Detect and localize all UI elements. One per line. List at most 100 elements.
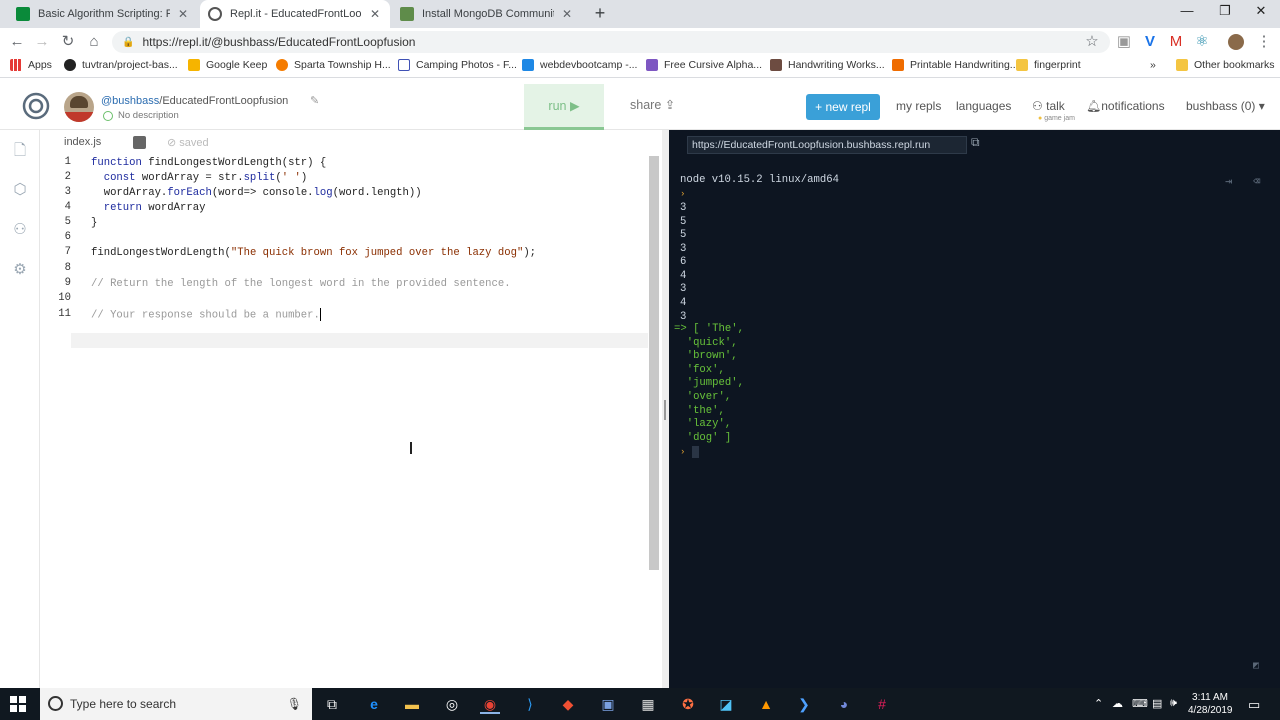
file-tab-index-js[interactable]: index.js [64, 136, 101, 148]
share-button[interactable]: share ⇪ [630, 97, 675, 112]
nodejs-icon [103, 110, 113, 121]
multiplayer-icon[interactable]: ⚇ [10, 220, 30, 240]
file-explorer-icon[interactable]: ▬ [402, 694, 422, 714]
line-number: 3 [64, 186, 71, 198]
bluetooth-icon[interactable]: ⌨ [1132, 697, 1148, 710]
new-tab-button[interactable]: + [590, 4, 610, 24]
gmail-icon[interactable]: M [1166, 32, 1186, 52]
console-input[interactable] [692, 446, 699, 458]
bookmark-item[interactable]: Handwriting Works... [770, 59, 885, 71]
profile-avatar[interactable] [1226, 32, 1246, 52]
minimize-window-button[interactable]: — [1172, 3, 1202, 23]
notifications-center-icon[interactable]: ▭ [1248, 697, 1260, 713]
settings-gear-icon[interactable]: ⚙ [10, 260, 30, 280]
home-icon[interactable]: ⌂ [84, 32, 104, 52]
tab-title: Repl.it - EducatedFrontLoopfusio [230, 8, 362, 20]
calculator-icon[interactable]: ▦ [638, 694, 658, 714]
notifications-link[interactable]: 🔔︎notifications [1086, 99, 1165, 113]
bookmark-item[interactable]: Google Keep [188, 59, 267, 71]
repl-run-url[interactable]: https://EducatedFrontLoopfusion.bushbass… [687, 136, 967, 154]
browser-tab[interactable]: Basic Algorithm Scripting: Find th ✕ [8, 0, 198, 28]
text-cursor [319, 308, 321, 321]
microphone-icon[interactable]: 🎙︎ [287, 697, 302, 711]
task-view-icon[interactable]: ⧉ [322, 694, 342, 714]
resize-corner-icon[interactable]: ◩ [1253, 660, 1259, 672]
bookmark-item[interactable]: webdevbootcamp -... [522, 59, 637, 71]
bookmark-item[interactable]: Printable Handwriting... [892, 59, 1019, 71]
maximize-window-button[interactable]: ❐ [1210, 3, 1240, 23]
vue-devtools-icon[interactable]: V [1140, 32, 1160, 52]
app-icon[interactable]: ✪ [678, 694, 698, 714]
pane-resize-handle[interactable] [662, 130, 669, 688]
file-menu-icon[interactable] [133, 136, 146, 149]
bookmark-star-icon[interactable]: ☆ [1082, 32, 1102, 52]
bookmark-apps[interactable]: Apps [10, 59, 52, 71]
run-button[interactable]: run ▶ [524, 84, 604, 130]
code-area[interactable]: 1 2 3 4 5 6 7 8 9 10 11 function findLon… [40, 156, 648, 688]
handwriting-worksheets-icon [770, 59, 782, 71]
languages-link[interactable]: languages [956, 99, 1011, 113]
forward-icon[interactable]: → [32, 32, 52, 52]
close-tab-icon[interactable]: ✕ [176, 7, 190, 21]
show-hidden-icons-icon[interactable]: ⌃ [1094, 697, 1103, 710]
repl-title[interactable]: @bushbass/EducatedFrontLoopfusion [101, 95, 288, 107]
windows-start-icon[interactable] [10, 696, 26, 712]
app-icon[interactable]: ▣ [598, 694, 618, 714]
apps-grid-icon [10, 59, 22, 71]
network-icon[interactable]: ▤ [1152, 697, 1162, 710]
taskbar-clock[interactable]: 3:11 AM 4/28/2019 [1188, 691, 1233, 717]
files-icon[interactable]: 🗋 [10, 140, 30, 160]
back-icon[interactable]: ← [7, 32, 27, 52]
extension-icon[interactable]: ▣ [1114, 32, 1134, 52]
browser-tab-active[interactable]: Repl.it - EducatedFrontLoopfusio ✕ [200, 0, 390, 28]
my-repls-link[interactable]: my repls [896, 99, 941, 113]
chrome-icon[interactable]: ◉ [480, 694, 500, 714]
browser-tab[interactable]: Install MongoDB Community Edi ✕ [392, 0, 582, 28]
vlc-icon[interactable]: ▲ [756, 694, 776, 714]
user-menu[interactable]: bushbass (0) ▾ [1186, 99, 1265, 113]
vscode-icon[interactable]: ⟩ [520, 694, 540, 714]
close-tab-icon[interactable]: ✕ [560, 7, 574, 21]
editor-scrollbar[interactable] [649, 156, 659, 570]
console-pane[interactable]: https://EducatedFrontLoopfusion.bushbass… [669, 130, 1280, 688]
git-icon[interactable]: ◆ [558, 694, 578, 714]
taskbar-search[interactable]: Type here to search 🎙︎ [40, 688, 312, 720]
replit-logo-icon[interactable] [22, 92, 50, 120]
react-devtools-icon[interactable]: ⚛ [1192, 32, 1212, 52]
bookmark-item[interactable]: tuvtran/project-bas... [64, 59, 178, 71]
talk-link[interactable]: ⚇ talk [1032, 99, 1065, 113]
console-output-line: 3 [680, 311, 687, 323]
edge-icon[interactable]: e [364, 694, 384, 714]
close-window-button[interactable]: ✕ [1246, 3, 1276, 23]
app-icon[interactable]: ◪ [716, 694, 736, 714]
clear-console-icon[interactable]: ⌫ [1253, 174, 1260, 189]
people-icon: ⚇ [1032, 99, 1043, 113]
game-jam-badge: ● game jam [1038, 115, 1075, 122]
repl-description[interactable]: No description [103, 110, 179, 121]
chrome-menu-icon[interactable]: ⋮ [1254, 32, 1274, 52]
new-repl-button[interactable]: + new repl [806, 94, 880, 120]
close-tab-icon[interactable]: ✕ [368, 7, 382, 21]
freecodecamp-icon [16, 7, 30, 21]
bookmark-folder[interactable]: fingerprint [1016, 59, 1081, 71]
other-bookmarks[interactable]: Other bookmarks [1176, 59, 1275, 71]
powershell-icon[interactable]: ❯ [794, 694, 814, 714]
edit-pencil-icon[interactable]: ✎ [310, 94, 319, 107]
repl-avatar[interactable] [64, 92, 94, 122]
packages-icon[interactable]: ⬡ [10, 180, 30, 200]
bookmarks-overflow-icon[interactable]: » [1150, 59, 1156, 71]
bookmark-item[interactable]: Sparta Township H... [276, 59, 391, 71]
reload-icon[interactable]: ↻ [58, 32, 78, 52]
console-split-icon[interactable]: ⇥ [1225, 174, 1232, 189]
volume-icon[interactable]: 🕪︎ [1170, 697, 1177, 710]
open-in-new-tab-icon[interactable]: ⧉ [971, 136, 980, 150]
bookmark-item[interactable]: Free Cursive Alpha... [646, 59, 762, 71]
bookmark-item[interactable]: Camping Photos - F... [398, 59, 517, 71]
onedrive-icon[interactable]: ☁ [1112, 697, 1123, 710]
slack-icon[interactable]: # [872, 694, 892, 714]
console-output-line: 6 [680, 256, 687, 268]
discord-icon[interactable]: ◕ [834, 694, 854, 714]
code-line: wordArray.forEach(word=> console.log(wor… [91, 187, 422, 199]
app-icon[interactable]: ◎ [442, 694, 462, 714]
address-bar[interactable]: 🔒 https://repl.it/@bushbass/EducatedFron… [112, 31, 1110, 53]
